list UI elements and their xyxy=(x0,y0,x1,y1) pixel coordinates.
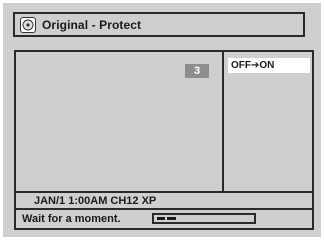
option-list: OFF➔ON xyxy=(224,52,312,191)
progress-fill-segment xyxy=(167,217,176,220)
disc-icon xyxy=(20,16,36,33)
recording-info: JAN/1 1:00AM CH12 XP xyxy=(16,191,312,210)
thumbnail-preview: 3 xyxy=(16,52,224,191)
title-number-badge: 3 xyxy=(185,64,209,78)
main-panel: 3 OFF➔ON JAN/1 1:00AM CH12 XP Wait for a… xyxy=(14,50,314,230)
title-bar: Original - Protect xyxy=(13,12,305,37)
progress-fill-segment xyxy=(157,217,165,220)
status-message: Wait for a moment. xyxy=(22,213,121,225)
progress-bar xyxy=(152,213,256,224)
dvd-menu-screen: Original - Protect 3 OFF➔ON JAN/1 1:00AM… xyxy=(3,3,321,237)
recording-info-text: JAN/1 1:00AM CH12 XP xyxy=(34,194,157,207)
protect-toggle-option[interactable]: OFF➔ON xyxy=(228,58,310,73)
status-bar: Wait for a moment. xyxy=(16,210,318,228)
menu-title: Original - Protect xyxy=(42,17,142,32)
